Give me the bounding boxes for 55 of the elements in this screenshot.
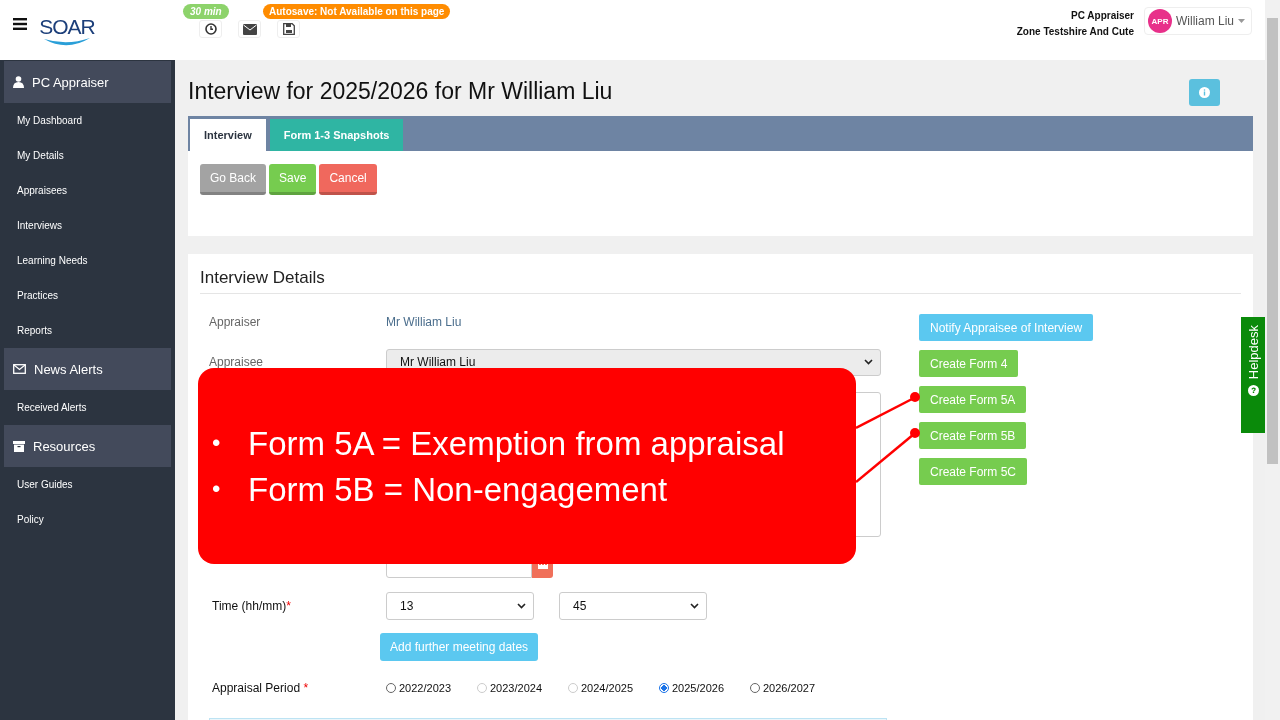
user-icon [13, 76, 24, 88]
period-radio[interactable]: 2026/2027 [750, 682, 815, 694]
user-menu-button[interactable]: APR William Liu [1144, 7, 1252, 35]
field-label: Time (hh/mm)* [211, 599, 292, 613]
section-heading: Interview Details [200, 254, 1241, 294]
sidebar-item[interactable]: My Details [0, 138, 175, 173]
sidebar-section-header[interactable]: PC Appraiser [4, 61, 171, 103]
mail-button[interactable] [238, 20, 261, 38]
sidebar-item[interactable]: Policy [0, 502, 175, 537]
chevron-down-icon [864, 359, 873, 365]
autosave-badge: Autosave: Not Available on this page [263, 4, 451, 19]
menu-icon[interactable] [13, 18, 27, 30]
scrollbar-thumb[interactable] [1267, 18, 1278, 464]
info-icon [1199, 86, 1210, 98]
sidebar-section-header[interactable]: News Alerts [4, 348, 171, 390]
chevron-down-icon [690, 603, 699, 609]
sidebar-item[interactable]: Learning Needs [0, 243, 175, 278]
timer-button[interactable] [199, 20, 222, 38]
period-radio[interactable]: 2025/2026 [659, 682, 724, 694]
sidebar-item[interactable]: User Guides [0, 467, 175, 502]
tab[interactable]: Interview [190, 119, 266, 151]
question-icon [1247, 385, 1259, 397]
hour-select[interactable]: 13 [386, 592, 534, 620]
zone-label: Zone Testshire And Cute [1016, 26, 1134, 37]
sidebar-item[interactable]: Received Alerts [0, 390, 175, 425]
logo-text: SOAR [39, 16, 95, 38]
clock-icon [204, 23, 217, 35]
sidebar-item[interactable]: Appraisees [0, 173, 175, 208]
field-label: Appraisal Period * [211, 681, 310, 695]
sidebar-item[interactable]: My Dashboard [0, 103, 175, 138]
envelope-icon [13, 364, 26, 374]
period-radio[interactable]: 2022/2023 [386, 682, 451, 694]
callout-text: Form 5A = Exemption from appraisal [248, 425, 785, 462]
chevron-down-icon [517, 603, 526, 609]
user-avatar: APR [1148, 9, 1172, 33]
field-label: Appraisee [209, 355, 265, 369]
logo-swoosh-icon [44, 38, 90, 48]
sidebar-item[interactable]: Reports [0, 313, 175, 348]
sidebar-item[interactable]: Interviews [0, 208, 175, 243]
callout-text: Form 5B = Non-engagement [248, 471, 668, 508]
envelope-icon [242, 23, 257, 35]
helpdesk-tab[interactable]: Helpdesk [1241, 317, 1265, 433]
caret-icon [1238, 19, 1245, 23]
archive-icon [13, 440, 25, 452]
bullet-mark: • [212, 428, 222, 458]
bullet-mark: • [212, 474, 222, 504]
sidebar-section-header[interactable]: Resources [4, 425, 171, 467]
role-label: PC Appraiser [1071, 10, 1134, 21]
sidebar-item[interactable]: Practices [0, 278, 175, 313]
page-title: Interview for 2025/2026 for Mr William Liu [188, 77, 613, 105]
minute-select[interactable]: 45 [559, 592, 707, 620]
appraiser-value: Mr William Liu [386, 315, 463, 329]
field-label: Appraiser [209, 315, 262, 329]
save-draft-button[interactable] [277, 20, 300, 38]
timer-badge: 30 min [183, 4, 229, 19]
